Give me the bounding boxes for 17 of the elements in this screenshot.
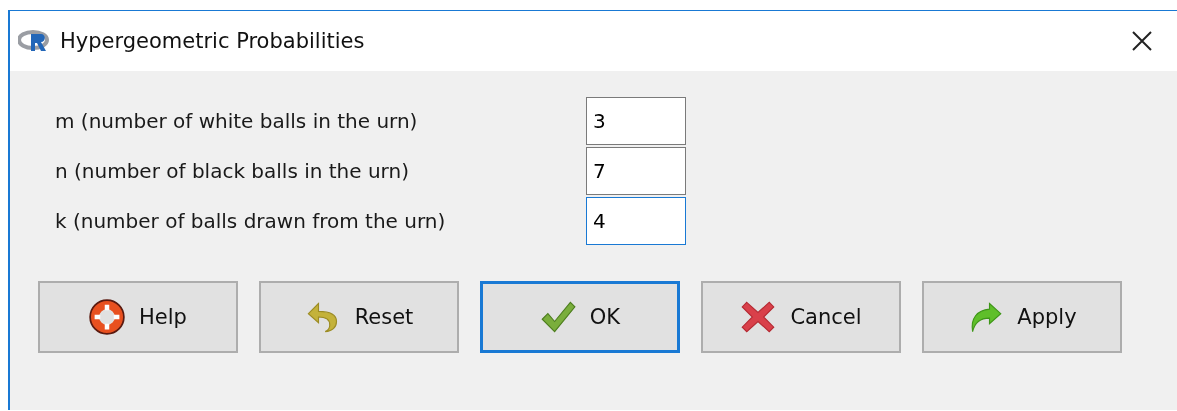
input-field[interactable]: 7 xyxy=(586,147,686,195)
close-icon[interactable] xyxy=(1131,30,1153,52)
r-logo-icon xyxy=(18,29,52,53)
input-field[interactable]: 4 xyxy=(586,197,686,245)
dialog-button[interactable]: OK xyxy=(480,281,680,353)
cross-icon xyxy=(740,299,777,335)
field-label: n (number of black balls in the urn) xyxy=(55,159,410,183)
field-label: m (number of white balls in the urn) xyxy=(55,109,419,133)
window-title: Hypergeometric Probabilities xyxy=(60,29,366,53)
dialog-button[interactable]: Apply xyxy=(922,281,1122,353)
dialog-button[interactable]: Help xyxy=(38,281,238,353)
dialog-button[interactable]: Reset xyxy=(259,281,459,353)
check-mark-icon xyxy=(539,299,576,335)
input-field[interactable]: 3 xyxy=(586,97,686,145)
lifebuoy-icon xyxy=(89,299,126,335)
dialog-button[interactable]: Cancel xyxy=(701,281,901,353)
field-label: k (number of balls drawn from the urn) xyxy=(55,209,447,233)
